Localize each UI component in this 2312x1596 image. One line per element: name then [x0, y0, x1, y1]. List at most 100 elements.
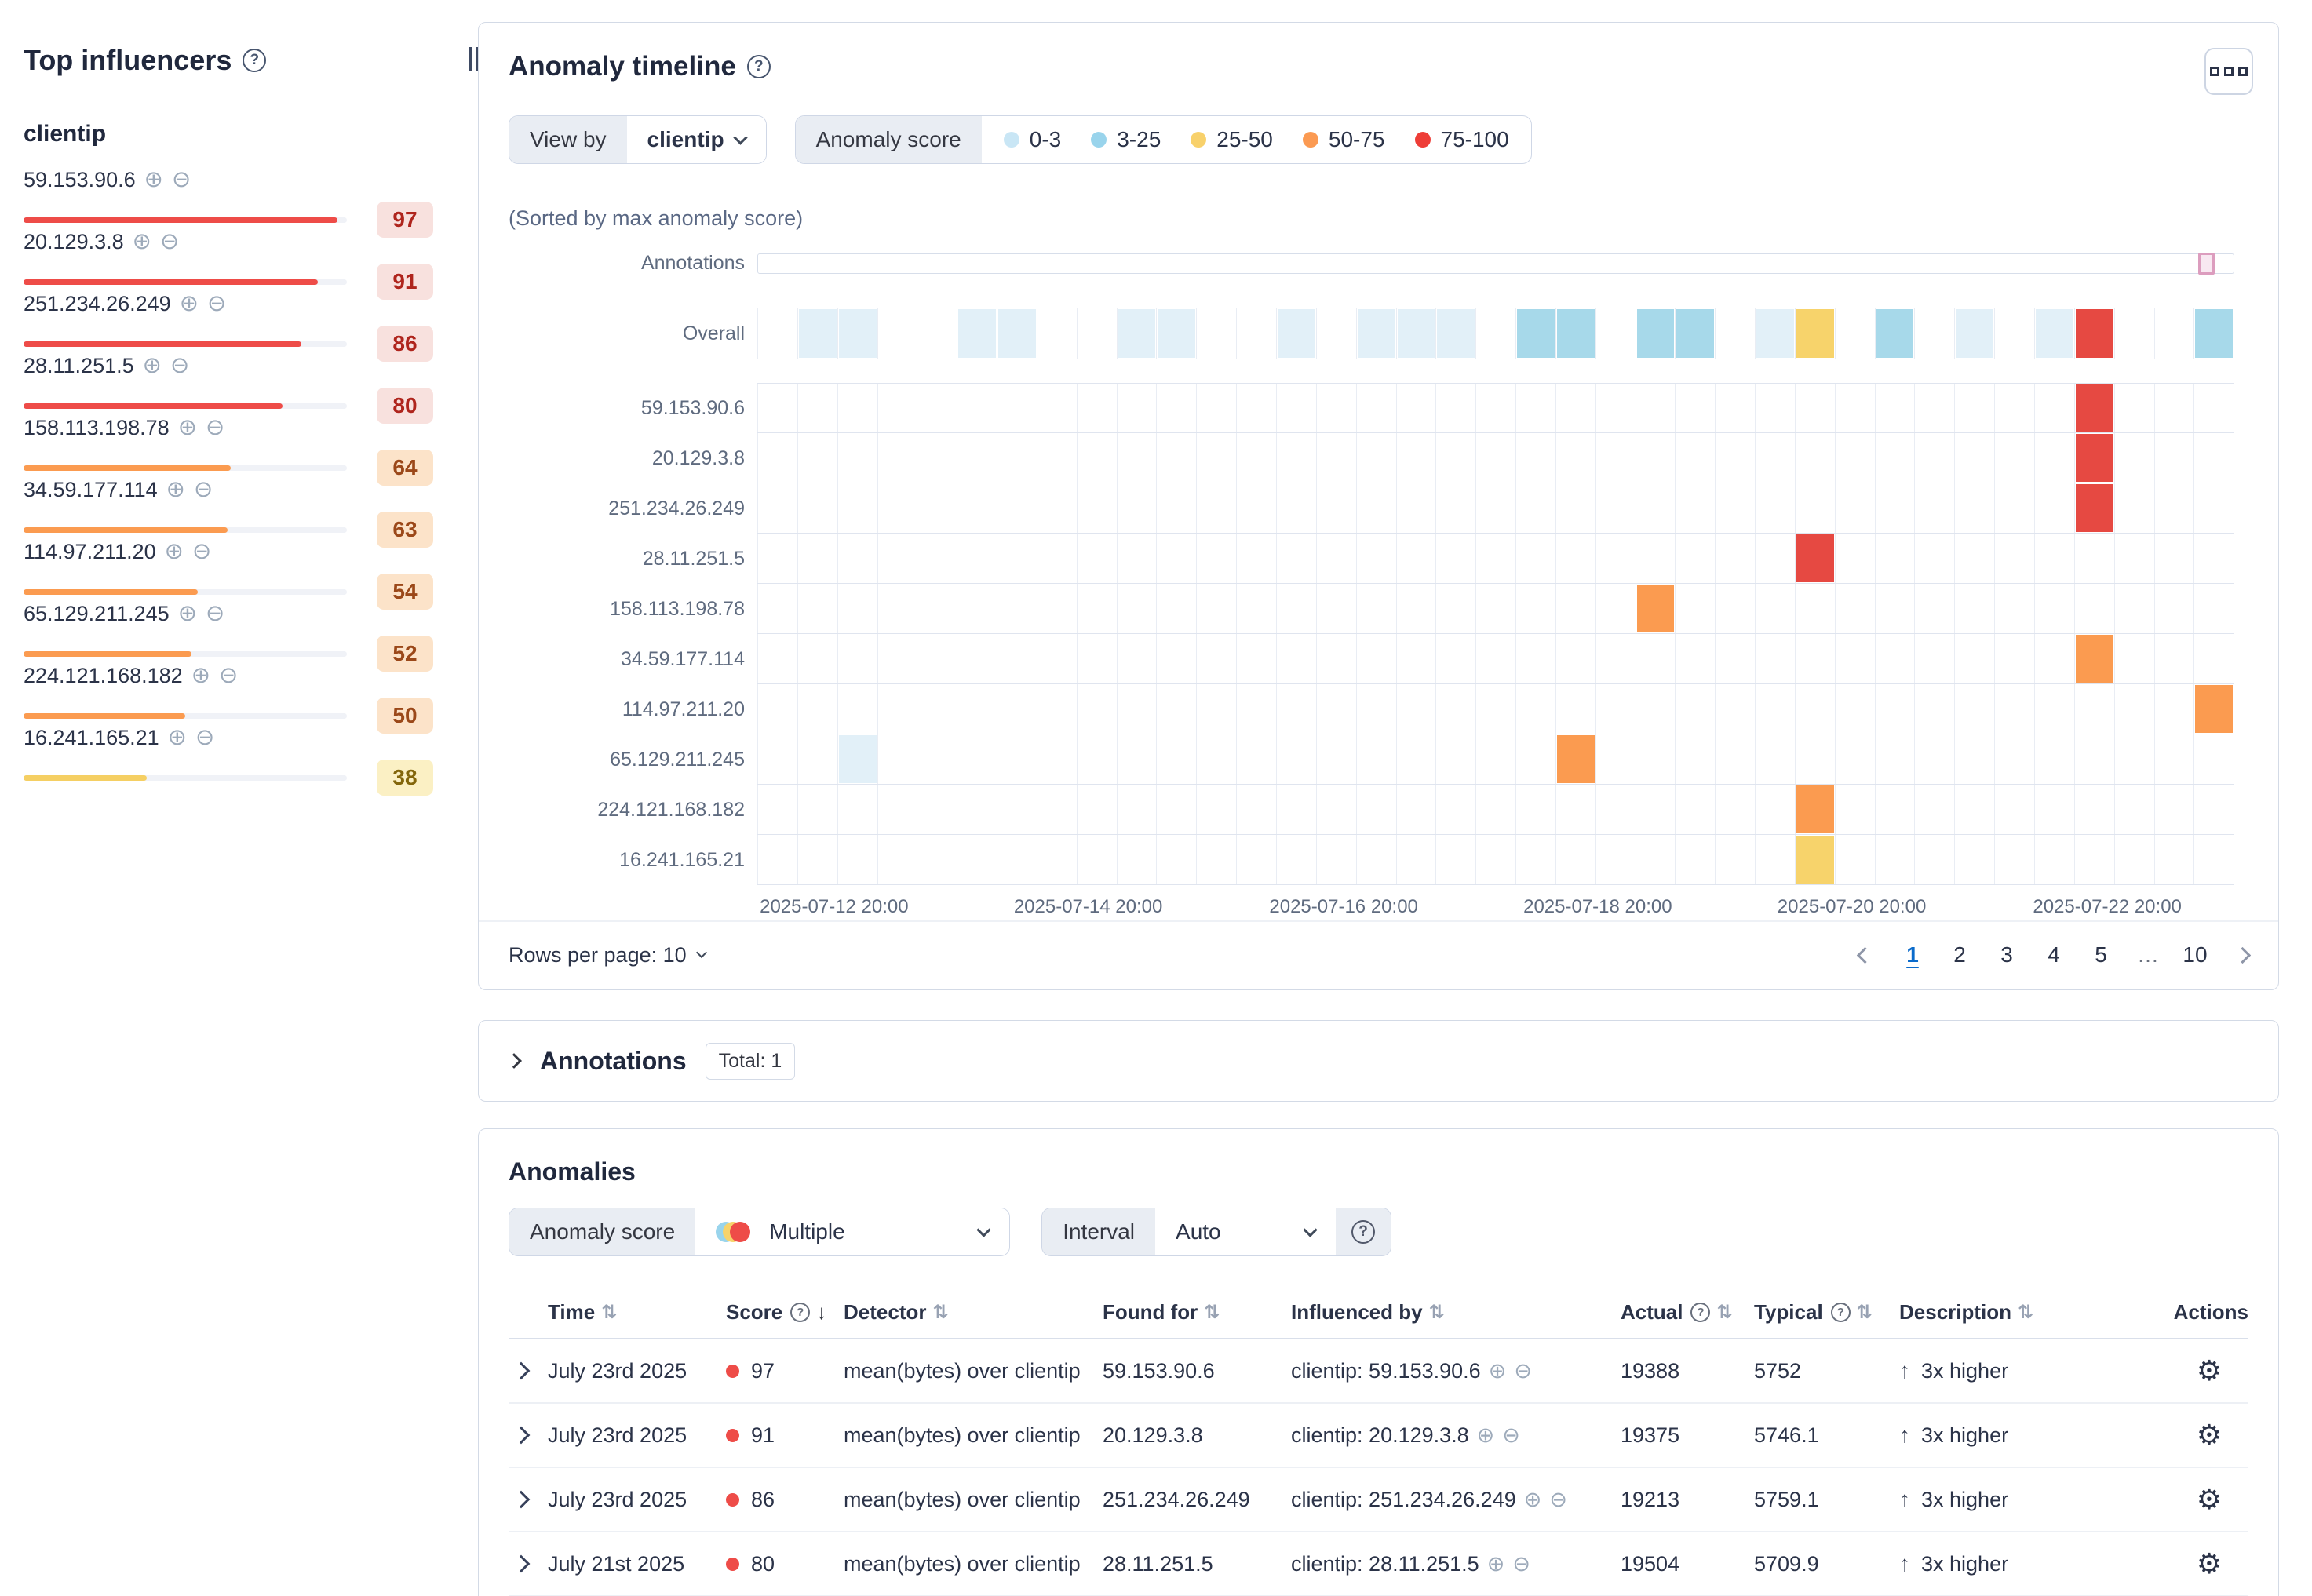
remove-filter-icon[interactable]: ⊖ [1514, 1359, 1532, 1383]
gear-icon[interactable]: ⚙ [2197, 1419, 2222, 1452]
column-header-time[interactable]: Time⇅ [548, 1300, 726, 1325]
remove-filter-icon[interactable]: ⊖ [207, 293, 226, 315]
panel-options-button[interactable] [2204, 48, 2253, 95]
swimlane-cell-critical[interactable] [2075, 483, 2115, 533]
view-by-control[interactable]: View by clientip [509, 115, 767, 164]
add-filter-icon[interactable]: ⊕ [178, 603, 197, 625]
interval-help[interactable]: ? [1336, 1208, 1391, 1255]
column-header-detector[interactable]: Detector⇅ [844, 1300, 1103, 1325]
remove-filter-icon[interactable]: ⊖ [206, 417, 224, 439]
influencer-name[interactable]: 114.97.211.20 [24, 540, 156, 564]
swimlane-cell-critical[interactable] [2075, 308, 2115, 359]
swimlane-cell-low[interactable] [1955, 308, 1995, 359]
sort-icon[interactable]: ⇅ [2018, 1301, 2033, 1324]
swimlane-cell-mid[interactable] [2194, 308, 2234, 359]
rows-per-page-button[interactable]: Rows per page: 10 [509, 943, 706, 967]
gear-icon[interactable]: ⚙ [2197, 1483, 2222, 1516]
interval-control[interactable]: Interval Auto ? [1041, 1208, 1391, 1256]
swimlane-cell-mid[interactable] [1676, 308, 1716, 359]
remove-filter-icon[interactable]: ⊖ [195, 727, 214, 749]
sort-icon[interactable]: ⇅ [932, 1301, 948, 1324]
page-button[interactable]: 1 [1894, 935, 1931, 975]
remove-filter-icon[interactable]: ⊖ [192, 541, 211, 563]
swimlane-cell-low[interactable] [838, 734, 878, 784]
swimlane-cell-major[interactable] [2194, 684, 2234, 734]
column-header-influenced-by[interactable]: Influenced by⇅ [1291, 1300, 1621, 1325]
help-icon[interactable]: ? [790, 1303, 810, 1322]
help-icon[interactable]: ? [1690, 1303, 1710, 1322]
add-filter-icon[interactable]: ⊕ [1524, 1488, 1542, 1512]
add-filter-icon[interactable]: ⊕ [1489, 1359, 1507, 1383]
swimlane-cell-low[interactable] [1277, 308, 1317, 359]
help-icon[interactable]: ? [747, 55, 771, 78]
page-button[interactable]: 3 [1989, 935, 2025, 975]
add-filter-icon[interactable]: ⊕ [165, 541, 184, 563]
expand-row-icon[interactable] [512, 1362, 531, 1380]
swimlane-cell-low[interactable] [997, 308, 1037, 359]
gear-icon[interactable]: ⚙ [2197, 1547, 2222, 1580]
previous-page-icon[interactable] [1857, 946, 1873, 963]
page-button[interactable]: 5 [2083, 935, 2119, 975]
swimlane-cell-major[interactable] [2075, 634, 2115, 683]
remove-filter-icon[interactable]: ⊖ [206, 603, 224, 625]
expand-section-icon[interactable] [506, 1053, 522, 1069]
swimlane-cell-low[interactable] [798, 308, 838, 359]
column-header-description[interactable]: Description⇅ [1899, 1300, 2152, 1325]
gear-icon[interactable]: ⚙ [2197, 1354, 2222, 1387]
swimlane-cell-low[interactable] [1357, 308, 1397, 359]
swimlane-cell-low[interactable] [1397, 308, 1437, 359]
annotation-marker[interactable] [2198, 253, 2215, 275]
add-filter-icon[interactable]: ⊕ [191, 665, 210, 687]
page-button[interactable]: 4 [2036, 935, 2072, 975]
remove-filter-icon[interactable]: ⊖ [172, 169, 191, 191]
swimlane-cell-mid[interactable] [1556, 308, 1596, 359]
influencer-name[interactable]: 158.113.198.78 [24, 416, 170, 440]
influencer-name[interactable]: 28.11.251.5 [24, 354, 134, 378]
add-filter-icon[interactable]: ⊕ [1487, 1552, 1505, 1576]
sort-icon[interactable]: ⇅ [1857, 1301, 1873, 1324]
remove-filter-icon[interactable]: ⊖ [1512, 1552, 1530, 1576]
swimlane-cell-minor[interactable] [1796, 835, 1836, 884]
view-by-select[interactable]: clientip [627, 116, 766, 163]
remove-filter-icon[interactable]: ⊖ [1502, 1423, 1520, 1448]
swimlane-cell-low[interactable] [2035, 308, 2075, 359]
influencer-name[interactable]: 65.129.211.245 [24, 602, 170, 626]
swimlane-cell-major[interactable] [1636, 584, 1676, 633]
influencer-name[interactable]: 20.129.3.8 [24, 230, 124, 254]
add-filter-icon[interactable]: ⊕ [178, 417, 197, 439]
remove-filter-icon[interactable]: ⊖ [170, 355, 189, 377]
sort-icon[interactable]: ⇅ [1204, 1301, 1220, 1324]
swimlane-cell-low[interactable] [838, 308, 878, 359]
swimlane-cell-critical[interactable] [2075, 433, 2115, 483]
add-filter-icon[interactable]: ⊕ [144, 169, 163, 191]
remove-filter-icon[interactable]: ⊖ [194, 479, 213, 501]
sort-desc-icon[interactable]: ↓ [816, 1300, 826, 1325]
swimlane-cell-major[interactable] [1796, 785, 1836, 834]
score-filter-select[interactable]: Multiple [695, 1208, 1009, 1255]
interval-select[interactable]: Auto [1155, 1208, 1336, 1255]
swimlane-cell-critical[interactable] [1796, 534, 1836, 583]
column-header-found-for[interactable]: Found for⇅ [1103, 1300, 1291, 1325]
column-header-score[interactable]: Score?↓ [726, 1300, 844, 1325]
remove-filter-icon[interactable]: ⊖ [160, 231, 179, 253]
help-icon[interactable]: ? [243, 49, 266, 72]
add-filter-icon[interactable]: ⊕ [133, 231, 151, 253]
add-filter-icon[interactable]: ⊕ [180, 293, 199, 315]
expand-row-icon[interactable] [512, 1555, 531, 1573]
swimlane-cell-mid[interactable] [1636, 308, 1676, 359]
next-page-icon[interactable] [2234, 946, 2251, 963]
swimlane-cell-low[interactable] [1756, 308, 1796, 359]
remove-filter-icon[interactable]: ⊖ [219, 665, 238, 687]
swimlane-cell-mid[interactable] [1876, 308, 1916, 359]
swimlane-cell-critical[interactable] [2075, 384, 2115, 432]
influencer-name[interactable]: 16.241.165.21 [24, 726, 159, 750]
annotations-lane[interactable] [757, 253, 2234, 274]
help-icon[interactable]: ? [1831, 1303, 1851, 1322]
influencer-name[interactable]: 251.234.26.249 [24, 292, 171, 316]
swimlane-cell-mid[interactable] [1516, 308, 1556, 359]
anomaly-score-filter[interactable]: Anomaly score Multiple [509, 1208, 1010, 1256]
expand-row-icon[interactable] [512, 1427, 531, 1445]
add-filter-icon[interactable]: ⊕ [143, 355, 162, 377]
column-header-typical[interactable]: Typical?⇅ [1754, 1300, 1899, 1325]
expand-row-icon[interactable] [512, 1491, 531, 1509]
